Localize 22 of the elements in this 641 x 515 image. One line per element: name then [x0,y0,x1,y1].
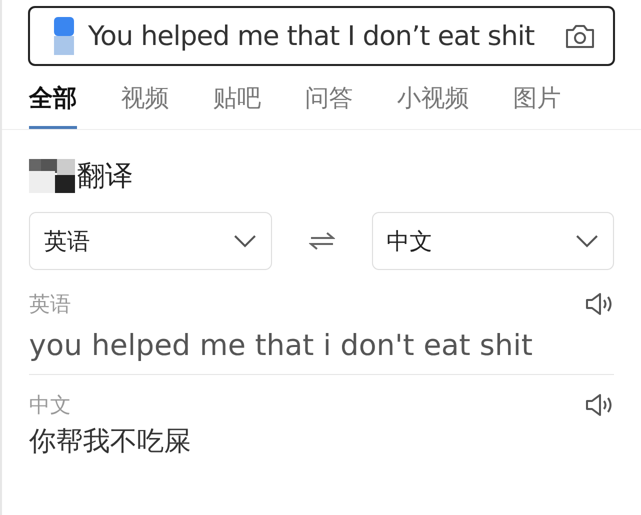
tab[interactable]: 小视频 [397,82,469,129]
translation-text: 你帮我不吃屎 [29,425,192,459]
chevron-down-icon [232,234,256,248]
chevron-down-icon [575,234,599,248]
tab[interactable]: 贴吧 [213,82,261,129]
tab[interactable]: 问答 [305,82,353,129]
tab[interactable]: 图片 [513,82,561,129]
source-language-label: 英语 [29,291,71,318]
speaker-icon[interactable] [584,392,614,418]
speaker-icon[interactable] [584,291,614,317]
source-language-dropdown[interactable]: 英语 [29,212,272,270]
pixelated-logo-icon [29,159,77,193]
target-language-dropdown[interactable]: 中文 [372,212,614,270]
search-field[interactable]: You helped me that I don’t eat shit [28,6,615,66]
camera-icon[interactable] [565,23,595,49]
translator-title: 翻译 [77,158,133,194]
app-logo-icon [54,17,74,55]
tab[interactable]: 全部 [29,82,77,129]
tab[interactable]: 视频 [121,82,169,129]
swap-icon[interactable] [308,230,334,252]
source-text: you helped me that i don't eat shit [29,328,614,375]
result-language-label: 中文 [29,392,71,419]
